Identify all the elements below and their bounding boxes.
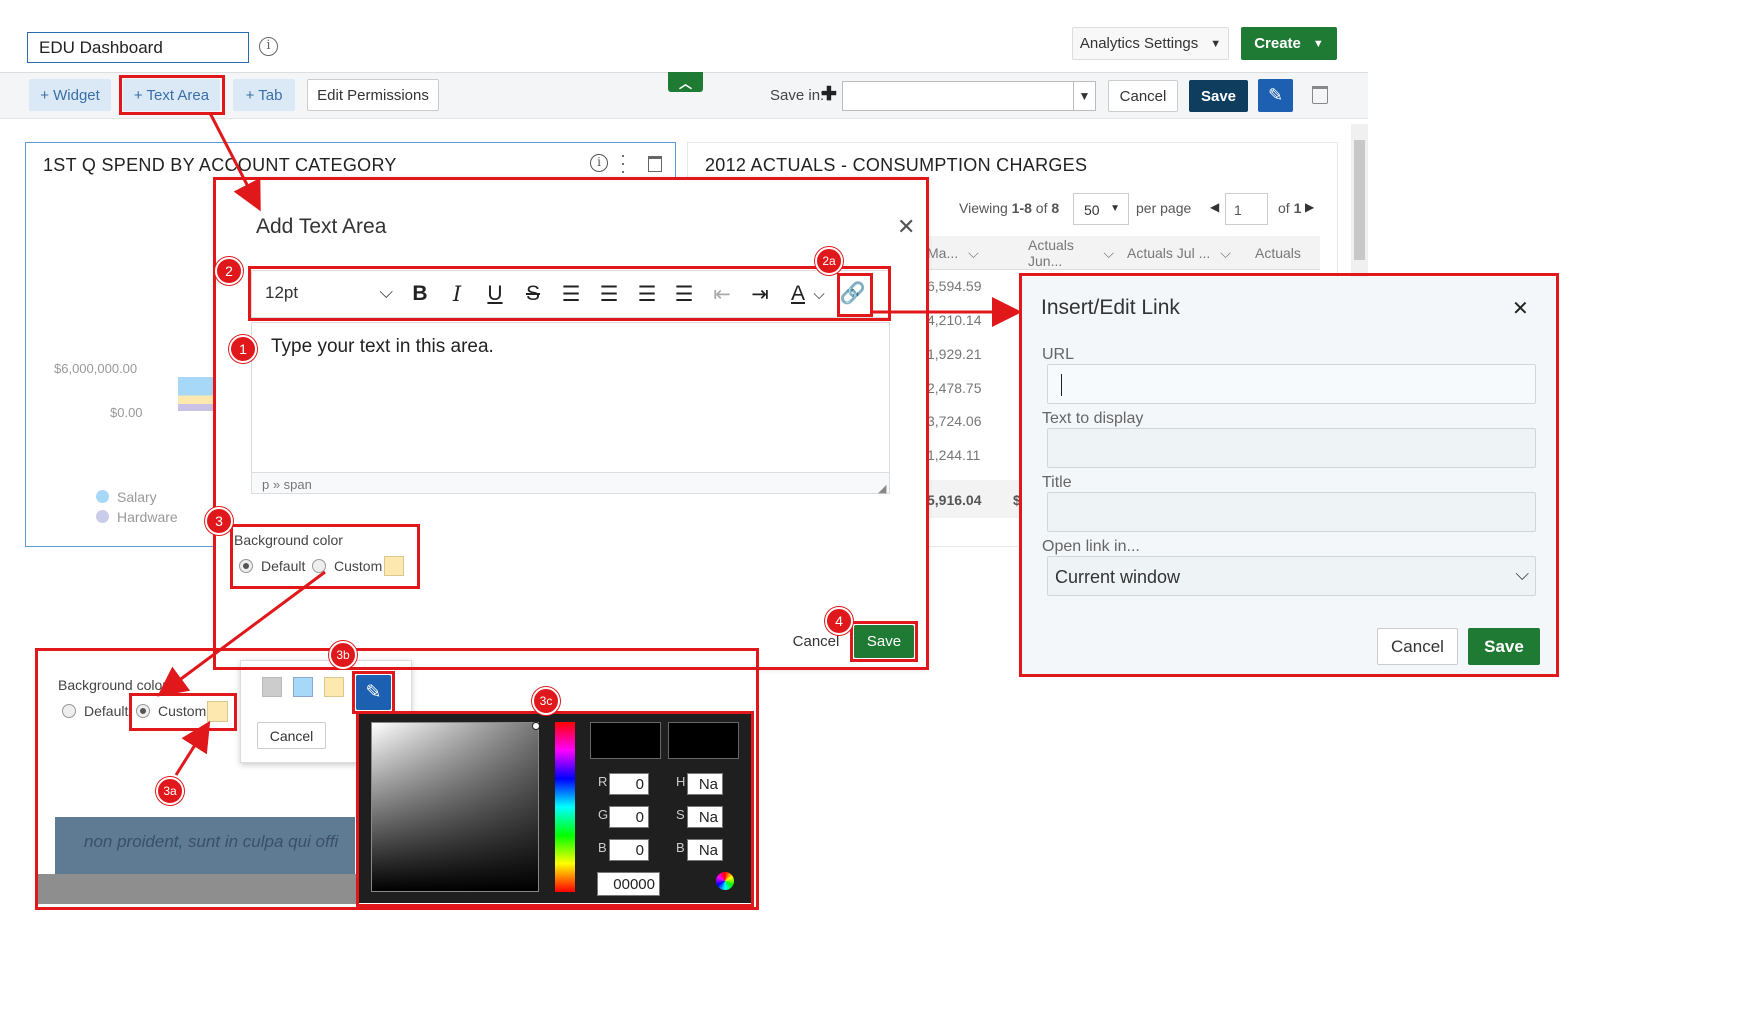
callout-badge-3a: 3a: [156, 777, 184, 805]
callout-badge-3b: 3b: [329, 641, 357, 669]
callout-badge-1: 1: [229, 335, 257, 363]
callout-badge-3c: 3c: [532, 687, 560, 715]
callout-badge-2a: 2a: [815, 247, 843, 275]
annotation-arrows: [157, 112, 1022, 776]
callout-badge-4: 4: [825, 607, 853, 635]
callout-badge-3: 3: [205, 507, 233, 535]
callout-badge-2: 2: [215, 257, 243, 285]
